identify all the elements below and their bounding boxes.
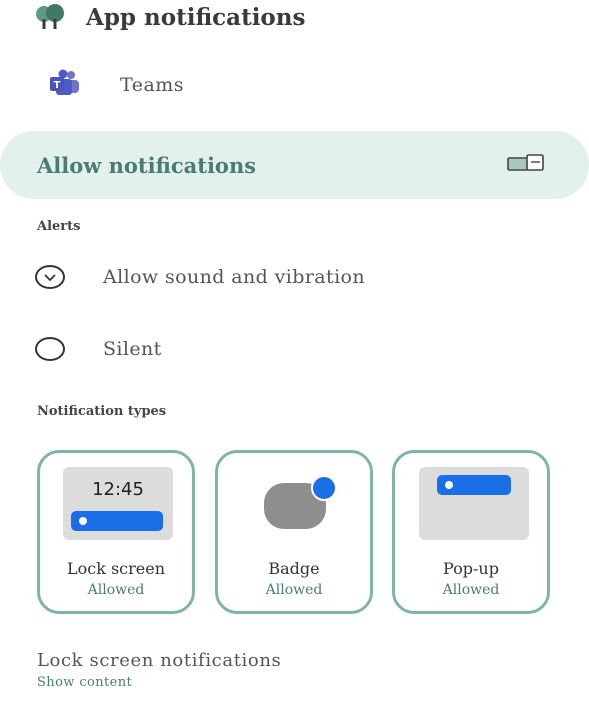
card-badge[interactable]: Badge Allowed: [215, 450, 373, 614]
alert-option-silent[interactable]: Silent: [35, 331, 162, 367]
popup-preview: [419, 467, 529, 540]
page-title: App notifications: [86, 3, 306, 31]
card-popup[interactable]: Pop-up Allowed: [392, 450, 550, 614]
alert-option-label: Silent: [103, 338, 162, 360]
lock-screen-preview: 12:45: [63, 467, 173, 540]
alert-option-sound-vibration[interactable]: Allow sound and vibration: [35, 259, 365, 295]
allow-notifications-label: Allow notifications: [37, 152, 257, 178]
lock-screen-notifications-row[interactable]: Lock screen notifications Show content: [37, 650, 281, 690]
allow-notifications-row[interactable]: Allow notifications: [0, 131, 589, 199]
radio-unselected-icon[interactable]: [35, 337, 65, 361]
lock-screen-clock: 12:45: [92, 479, 144, 500]
app-notifications-screen: App notifications T Teams Allow notifica…: [0, 0, 589, 716]
card-name: Pop-up: [443, 559, 499, 578]
notification-pill: [437, 475, 511, 495]
svg-text:T: T: [54, 80, 61, 91]
radio-selected-icon[interactable]: [35, 265, 65, 289]
app-row: T Teams: [48, 66, 184, 104]
card-name: Lock screen: [66, 559, 166, 578]
card-lock-screen[interactable]: 12:45 Lock screen Allowed: [37, 450, 195, 614]
teams-icon: T: [48, 69, 82, 101]
tree-icon[interactable]: [32, 2, 68, 32]
header: App notifications: [32, 0, 305, 34]
badge-dot-icon: [311, 475, 337, 501]
card-status: Allowed: [265, 582, 323, 598]
alert-option-label: Allow sound and vibration: [103, 266, 366, 288]
notification-type-cards: 12:45 Lock screen Allowed Badge Allowed …: [37, 450, 557, 614]
toggle-icon[interactable]: [507, 154, 545, 176]
lock-screen-notifications-title: Lock screen notifications: [37, 650, 282, 671]
alerts-section-label: Alerts: [37, 219, 81, 234]
card-name: Badge: [268, 559, 320, 578]
card-status: Allowed: [442, 582, 500, 598]
lock-screen-notifications-value: Show content: [37, 675, 133, 690]
notification-types-section-label: Notification types: [37, 404, 167, 419]
notification-pill: [71, 511, 163, 531]
card-status: Allowed: [87, 582, 145, 598]
app-name: Teams: [120, 74, 185, 96]
